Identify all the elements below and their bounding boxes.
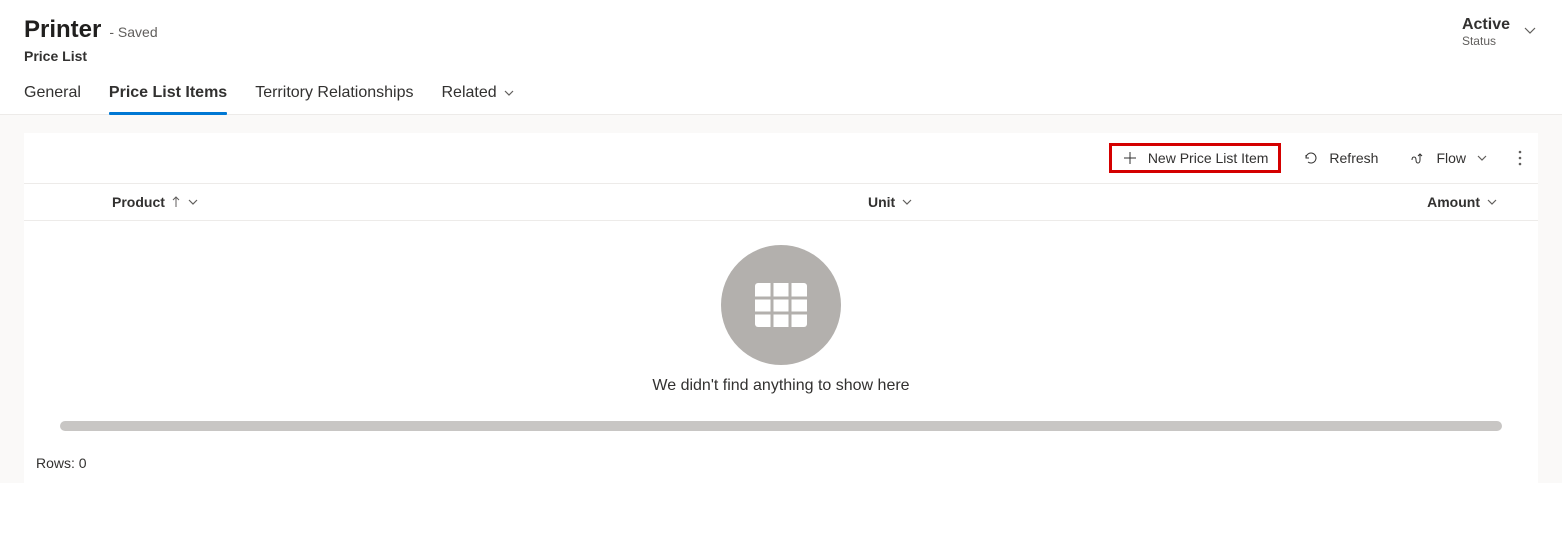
flow-button[interactable]: Flow xyxy=(1400,144,1498,172)
column-label: Unit xyxy=(868,194,895,210)
column-header-unit[interactable]: Unit xyxy=(868,194,1328,210)
grid-footer: Rows: 0 xyxy=(24,431,1538,483)
column-header-amount[interactable]: Amount xyxy=(1328,194,1514,210)
plus-icon xyxy=(1122,150,1138,166)
column-headers: Product Unit Amount xyxy=(24,184,1538,221)
column-header-product[interactable]: Product xyxy=(48,194,868,210)
header-right: Active Status xyxy=(1462,16,1538,48)
column-label: Amount xyxy=(1427,194,1480,210)
tab-label: Price List Items xyxy=(109,84,227,102)
tab-label: Territory Relationships xyxy=(255,84,413,102)
tab-label: General xyxy=(24,84,81,102)
chevron-down-icon xyxy=(187,196,199,208)
title-row: Printer - Saved xyxy=(24,16,158,44)
chevron-down-icon xyxy=(901,196,913,208)
entity-type: Price List xyxy=(24,48,158,64)
grid-panel: New Price List Item Refresh Flow xyxy=(24,133,1538,483)
sort-up-icon xyxy=(171,196,181,208)
content-area: New Price List Item Refresh Flow xyxy=(0,115,1562,483)
new-price-list-item-button[interactable]: New Price List Item xyxy=(1109,143,1282,173)
tab-related[interactable]: Related xyxy=(441,72,514,114)
refresh-button[interactable]: Refresh xyxy=(1293,144,1388,172)
horizontal-scrollbar[interactable] xyxy=(60,421,1502,431)
chevron-down-icon xyxy=(1476,152,1488,164)
scrollbar-thumb[interactable] xyxy=(60,421,1502,431)
flow-icon xyxy=(1410,150,1426,166)
tab-bar: General Price List Items Territory Relat… xyxy=(0,72,1562,115)
empty-grid-icon xyxy=(721,245,841,365)
button-label: New Price List Item xyxy=(1148,150,1269,166)
status-block[interactable]: Active Status xyxy=(1462,16,1510,48)
button-label: Refresh xyxy=(1329,150,1378,166)
chevron-down-icon xyxy=(1486,196,1498,208)
chevron-down-icon xyxy=(503,87,515,99)
chevron-down-icon[interactable] xyxy=(1522,22,1538,38)
page-title: Printer xyxy=(24,16,101,44)
tab-general[interactable]: General xyxy=(24,72,81,114)
tab-price-list-items[interactable]: Price List Items xyxy=(109,72,227,114)
empty-message: We didn't find anything to show here xyxy=(652,377,909,395)
status-value: Active xyxy=(1462,16,1510,34)
save-state: - Saved xyxy=(109,24,157,40)
header-left: Printer - Saved Price List xyxy=(24,16,158,64)
page-header: Printer - Saved Price List Active Status xyxy=(0,0,1562,72)
status-label: Status xyxy=(1462,34,1496,48)
rows-count: Rows: 0 xyxy=(36,455,87,471)
button-label: Flow xyxy=(1436,150,1466,166)
column-label: Product xyxy=(112,194,165,210)
more-vertical-icon xyxy=(1518,150,1522,166)
more-commands-button[interactable] xyxy=(1510,144,1530,172)
tab-label: Related xyxy=(441,84,496,102)
refresh-icon xyxy=(1303,150,1319,166)
empty-state: We didn't find anything to show here xyxy=(24,221,1538,415)
grid-toolbar: New Price List Item Refresh Flow xyxy=(24,133,1538,184)
tab-territory-relationships[interactable]: Territory Relationships xyxy=(255,72,413,114)
